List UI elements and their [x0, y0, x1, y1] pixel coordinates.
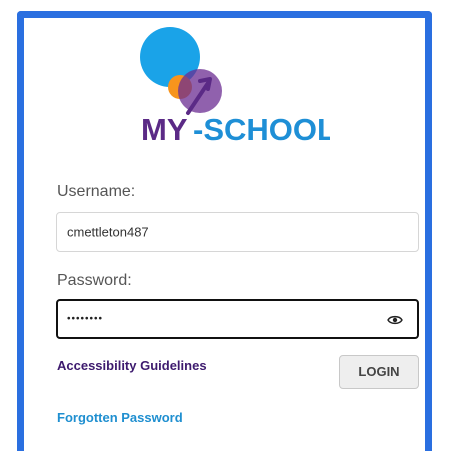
accessibility-guidelines-link[interactable]: Accessibility Guidelines — [57, 358, 207, 373]
svg-text:MY: MY — [141, 112, 188, 147]
password-value: •••••••• — [67, 313, 104, 325]
forgotten-password-link[interactable]: Forgotten Password — [57, 410, 183, 425]
username-value: cmettleton487 — [67, 224, 149, 240]
password-field[interactable]: •••••••• — [56, 299, 419, 339]
eye-icon[interactable] — [387, 313, 403, 325]
my-school-logo: MY -SCHOOL — [120, 21, 330, 161]
username-field[interactable]: cmettleton487 — [56, 212, 419, 252]
password-label: Password: — [57, 272, 132, 289]
login-button[interactable]: LOGIN — [339, 355, 419, 389]
svg-text:-SCHOOL: -SCHOOL — [193, 112, 330, 147]
username-label: Username: — [57, 183, 136, 200]
